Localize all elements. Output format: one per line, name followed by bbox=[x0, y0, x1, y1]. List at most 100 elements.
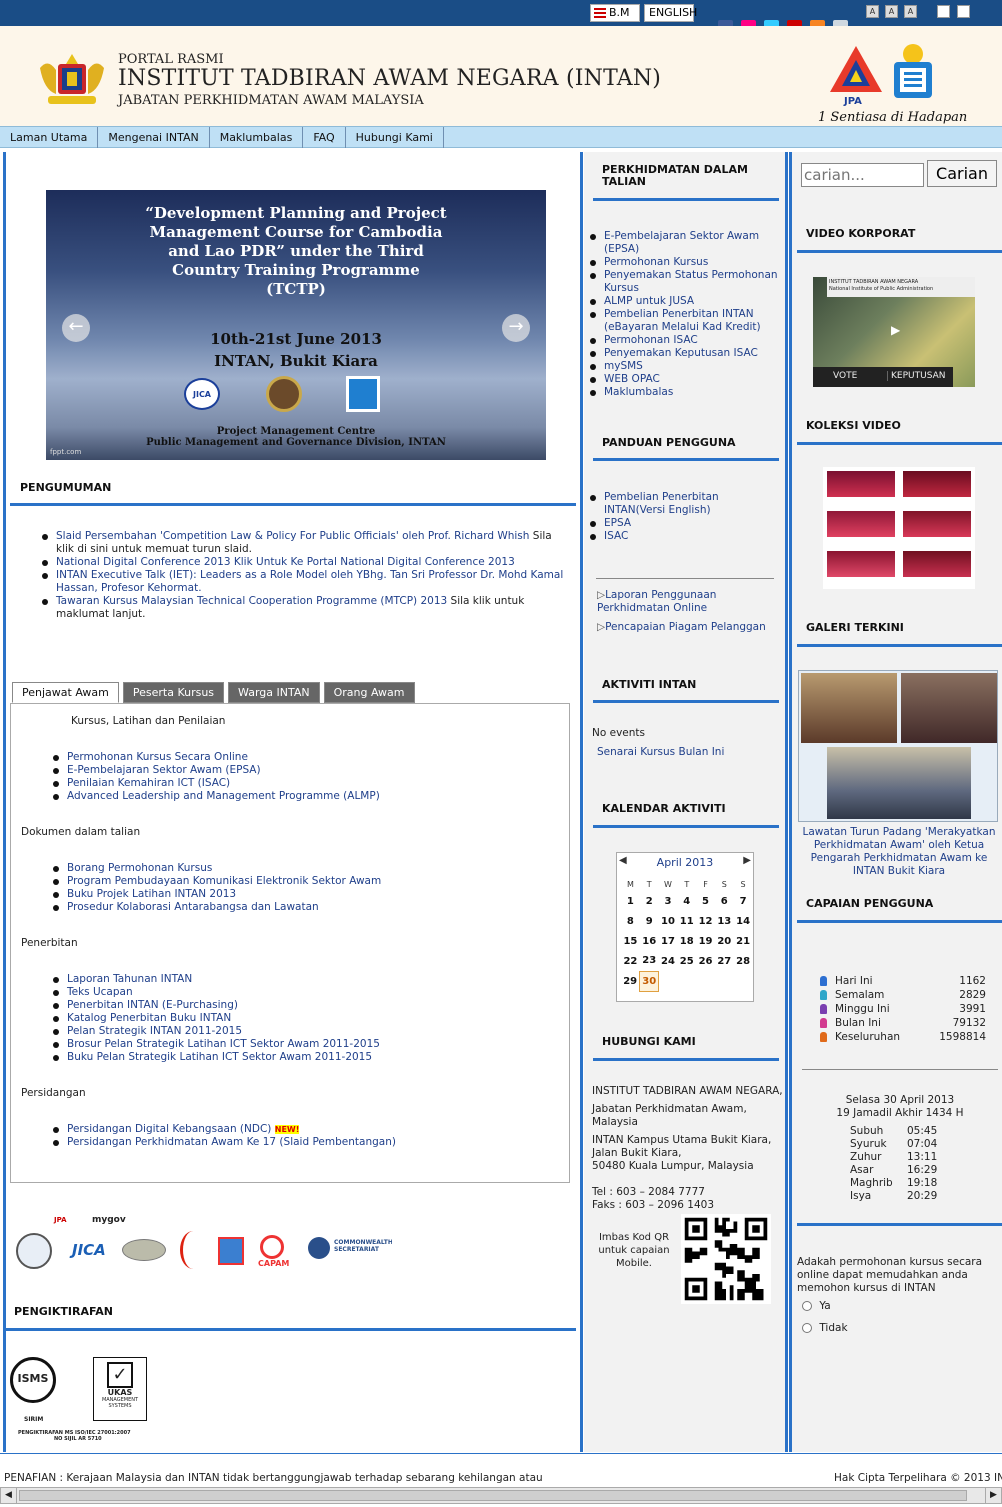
tab-link[interactable]: Persidangan Digital Kebangsaan (NDC) bbox=[67, 1123, 271, 1135]
font-small-button[interactable]: A bbox=[866, 5, 879, 18]
calendar-day[interactable]: 25 bbox=[677, 951, 696, 971]
service-link[interactable]: E-Pembelajaran Sektor Awam (EPSA) bbox=[604, 230, 759, 255]
announcement-link[interactable]: INTAN Executive Talk (IET): Leaders as a… bbox=[56, 569, 563, 594]
calendar-day[interactable]: 15 bbox=[621, 931, 640, 951]
service-link[interactable]: Penyemakan Status Permohonan Kursus bbox=[604, 269, 778, 294]
gallery-photo[interactable] bbox=[827, 747, 971, 819]
tab-link[interactable]: Pelan Strategik INTAN 2011-2015 bbox=[67, 1025, 242, 1037]
calendar-day[interactable]: 12 bbox=[696, 911, 715, 931]
video-thumbnail[interactable] bbox=[827, 511, 895, 537]
mygov-logo[interactable]: mygov bbox=[92, 1215, 126, 1225]
poll-radio[interactable] bbox=[802, 1301, 812, 1311]
gallery-photo[interactable] bbox=[901, 673, 997, 743]
calendar-day[interactable]: 21 bbox=[734, 931, 753, 951]
tab-warga-intan[interactable]: Warga INTAN bbox=[228, 682, 320, 703]
scroll-left-arrow-icon[interactable]: ◀ bbox=[1, 1488, 17, 1503]
piagam-link[interactable]: Pencapaian Piagam Pelanggan bbox=[605, 621, 766, 633]
tab-link[interactable]: Persidangan Perkhidmatan Awam Ke 17 (Sla… bbox=[67, 1136, 396, 1148]
play-icon[interactable]: ▶ bbox=[891, 323, 900, 337]
nav-hubungi-kami[interactable]: Hubungi Kami bbox=[346, 127, 444, 148]
calendar-day[interactable]: 9 bbox=[640, 911, 659, 931]
calendar-day[interactable]: 18 bbox=[677, 931, 696, 951]
tab-orang-awam[interactable]: Orang Awam bbox=[323, 682, 415, 703]
scroll-right-arrow-icon[interactable]: ▶ bbox=[985, 1488, 1001, 1503]
font-large-button[interactable]: A bbox=[904, 5, 917, 18]
font-medium-button[interactable]: A bbox=[885, 5, 898, 18]
calendar-day[interactable]: 4 bbox=[677, 891, 696, 911]
slideshow-banner[interactable]: “Development Planning and Project Manage… bbox=[46, 190, 546, 460]
vote-button[interactable]: VOTE bbox=[833, 371, 857, 381]
capam-logo-icon[interactable] bbox=[260, 1235, 284, 1259]
search-input[interactable] bbox=[801, 163, 924, 187]
calendar-day[interactable]: 30 bbox=[639, 970, 660, 992]
calendar-day[interactable]: 7 bbox=[734, 891, 753, 911]
announcement-link[interactable]: Slaid Persembahan 'Competition Law & Pol… bbox=[56, 530, 529, 542]
calendar-day[interactable]: 27 bbox=[715, 951, 734, 971]
calendar-day[interactable]: 23 bbox=[640, 951, 659, 971]
nav-mengenai-intan[interactable]: Mengenai INTAN bbox=[98, 127, 210, 148]
calendar-day[interactable]: 29 bbox=[621, 971, 640, 991]
nav-faq[interactable]: FAQ bbox=[303, 127, 346, 148]
contrast-light-button[interactable] bbox=[937, 5, 950, 18]
calendar-day[interactable]: 3 bbox=[659, 891, 678, 911]
commonwealth-globe-icon[interactable] bbox=[308, 1237, 330, 1259]
poll-option-ya[interactable]: Ya bbox=[802, 1300, 831, 1312]
service-link[interactable]: Penyemakan Keputusan ISAC bbox=[604, 347, 758, 359]
calendar-day[interactable]: 13 bbox=[715, 911, 734, 931]
partner-shield-logo-icon[interactable] bbox=[218, 1237, 244, 1265]
contrast-dark-button[interactable] bbox=[957, 5, 970, 18]
search-button[interactable]: Carian bbox=[927, 160, 997, 187]
calendar-day[interactable]: 1 bbox=[621, 891, 640, 911]
video-thumbnail[interactable] bbox=[827, 551, 895, 577]
next-month-arrow-icon[interactable]: ▶ bbox=[743, 855, 751, 866]
tab-link[interactable]: Penerbitan INTAN (E-Purchasing) bbox=[67, 999, 238, 1011]
video-thumbnail[interactable] bbox=[903, 551, 971, 577]
announcement-link[interactable]: Tawaran Kursus Malaysian Technical Coope… bbox=[56, 595, 447, 607]
corporate-video-player[interactable]: INSTITUT TADBIRAN AWAM NEGARA National I… bbox=[813, 277, 975, 387]
calendar-day[interactable]: 10 bbox=[659, 911, 678, 931]
service-link[interactable]: Maklumbalas bbox=[604, 386, 673, 398]
tab-link[interactable]: Permohonan Kursus Secara Online bbox=[67, 751, 248, 763]
poll-option-tidak[interactable]: Tidak bbox=[802, 1322, 848, 1334]
jica-logo[interactable]: JICA bbox=[72, 1241, 106, 1259]
service-link[interactable]: mySMS bbox=[604, 360, 643, 372]
tab-peserta-kursus[interactable]: Peserta Kursus bbox=[122, 682, 225, 703]
calendar-day[interactable]: 28 bbox=[734, 951, 753, 971]
guide-link[interactable]: ISAC bbox=[604, 530, 628, 542]
gallery-caption-link[interactable]: Lawatan Turun Padang 'Merakyatkan Perkhi… bbox=[796, 826, 1002, 878]
calendar-day[interactable]: 16 bbox=[640, 931, 659, 951]
tab-link[interactable]: Borang Permohonan Kursus bbox=[67, 862, 212, 874]
guide-link[interactable]: Pembelian Penerbitan INTAN(Versi English… bbox=[604, 491, 719, 516]
video-thumbnail[interactable] bbox=[827, 471, 895, 497]
calendar-day[interactable]: 24 bbox=[659, 951, 678, 971]
next-slide-arrow-icon[interactable]: → bbox=[502, 314, 530, 342]
tab-link[interactable]: Teks Ucapan bbox=[67, 986, 133, 998]
announcement-link[interactable]: National Digital Conference 2013 Klik Un… bbox=[56, 556, 515, 568]
keputusan-button[interactable]: KEPUTUSAN bbox=[887, 371, 945, 381]
nav-maklumbalas[interactable]: Maklumbalas bbox=[210, 127, 304, 148]
lang-en-button[interactable]: ENGLISH bbox=[644, 4, 697, 22]
calendar-day[interactable]: 11 bbox=[677, 911, 696, 931]
tab-link[interactable]: Buku Pelan Strategik Latihan ICT Sektor … bbox=[67, 1051, 372, 1063]
calendar-day[interactable]: 19 bbox=[696, 931, 715, 951]
calendar-day[interactable]: 22 bbox=[621, 951, 640, 971]
calendar-day[interactable]: 20 bbox=[715, 931, 734, 951]
prev-slide-arrow-icon[interactable]: ← bbox=[62, 314, 90, 342]
calendar-day[interactable]: 17 bbox=[659, 931, 678, 951]
tab-link[interactable]: Advanced Leadership and Management Progr… bbox=[67, 790, 380, 802]
service-link[interactable]: Permohonan Kursus bbox=[604, 256, 708, 268]
tab-link[interactable]: Prosedur Kolaborasi Antarabangsa dan Law… bbox=[67, 901, 319, 913]
tab-link[interactable]: Program Pembudayaan Komunikasi Elektroni… bbox=[67, 875, 381, 887]
tab-link[interactable]: Buku Projek Latihan INTAN 2013 bbox=[67, 888, 236, 900]
tab-link[interactable]: Brosur Pelan Strategik Latihan ICT Sekto… bbox=[67, 1038, 380, 1050]
calendar-day[interactable]: 8 bbox=[621, 911, 640, 931]
video-thumbnail[interactable] bbox=[903, 511, 971, 537]
scrollbar-thumb[interactable] bbox=[19, 1490, 967, 1501]
tab-penjawat-awam[interactable]: Penjawat Awam bbox=[12, 682, 119, 703]
tab-link[interactable]: Laporan Tahunan INTAN bbox=[67, 973, 192, 985]
lang-bm-button[interactable]: B.M bbox=[590, 4, 640, 22]
jpa-small-logo[interactable]: JPA bbox=[54, 1216, 67, 1224]
partner-seal-icon[interactable] bbox=[16, 1233, 52, 1269]
video-collection-grid[interactable] bbox=[823, 467, 975, 589]
partner-oval-logo-icon[interactable] bbox=[122, 1239, 166, 1261]
